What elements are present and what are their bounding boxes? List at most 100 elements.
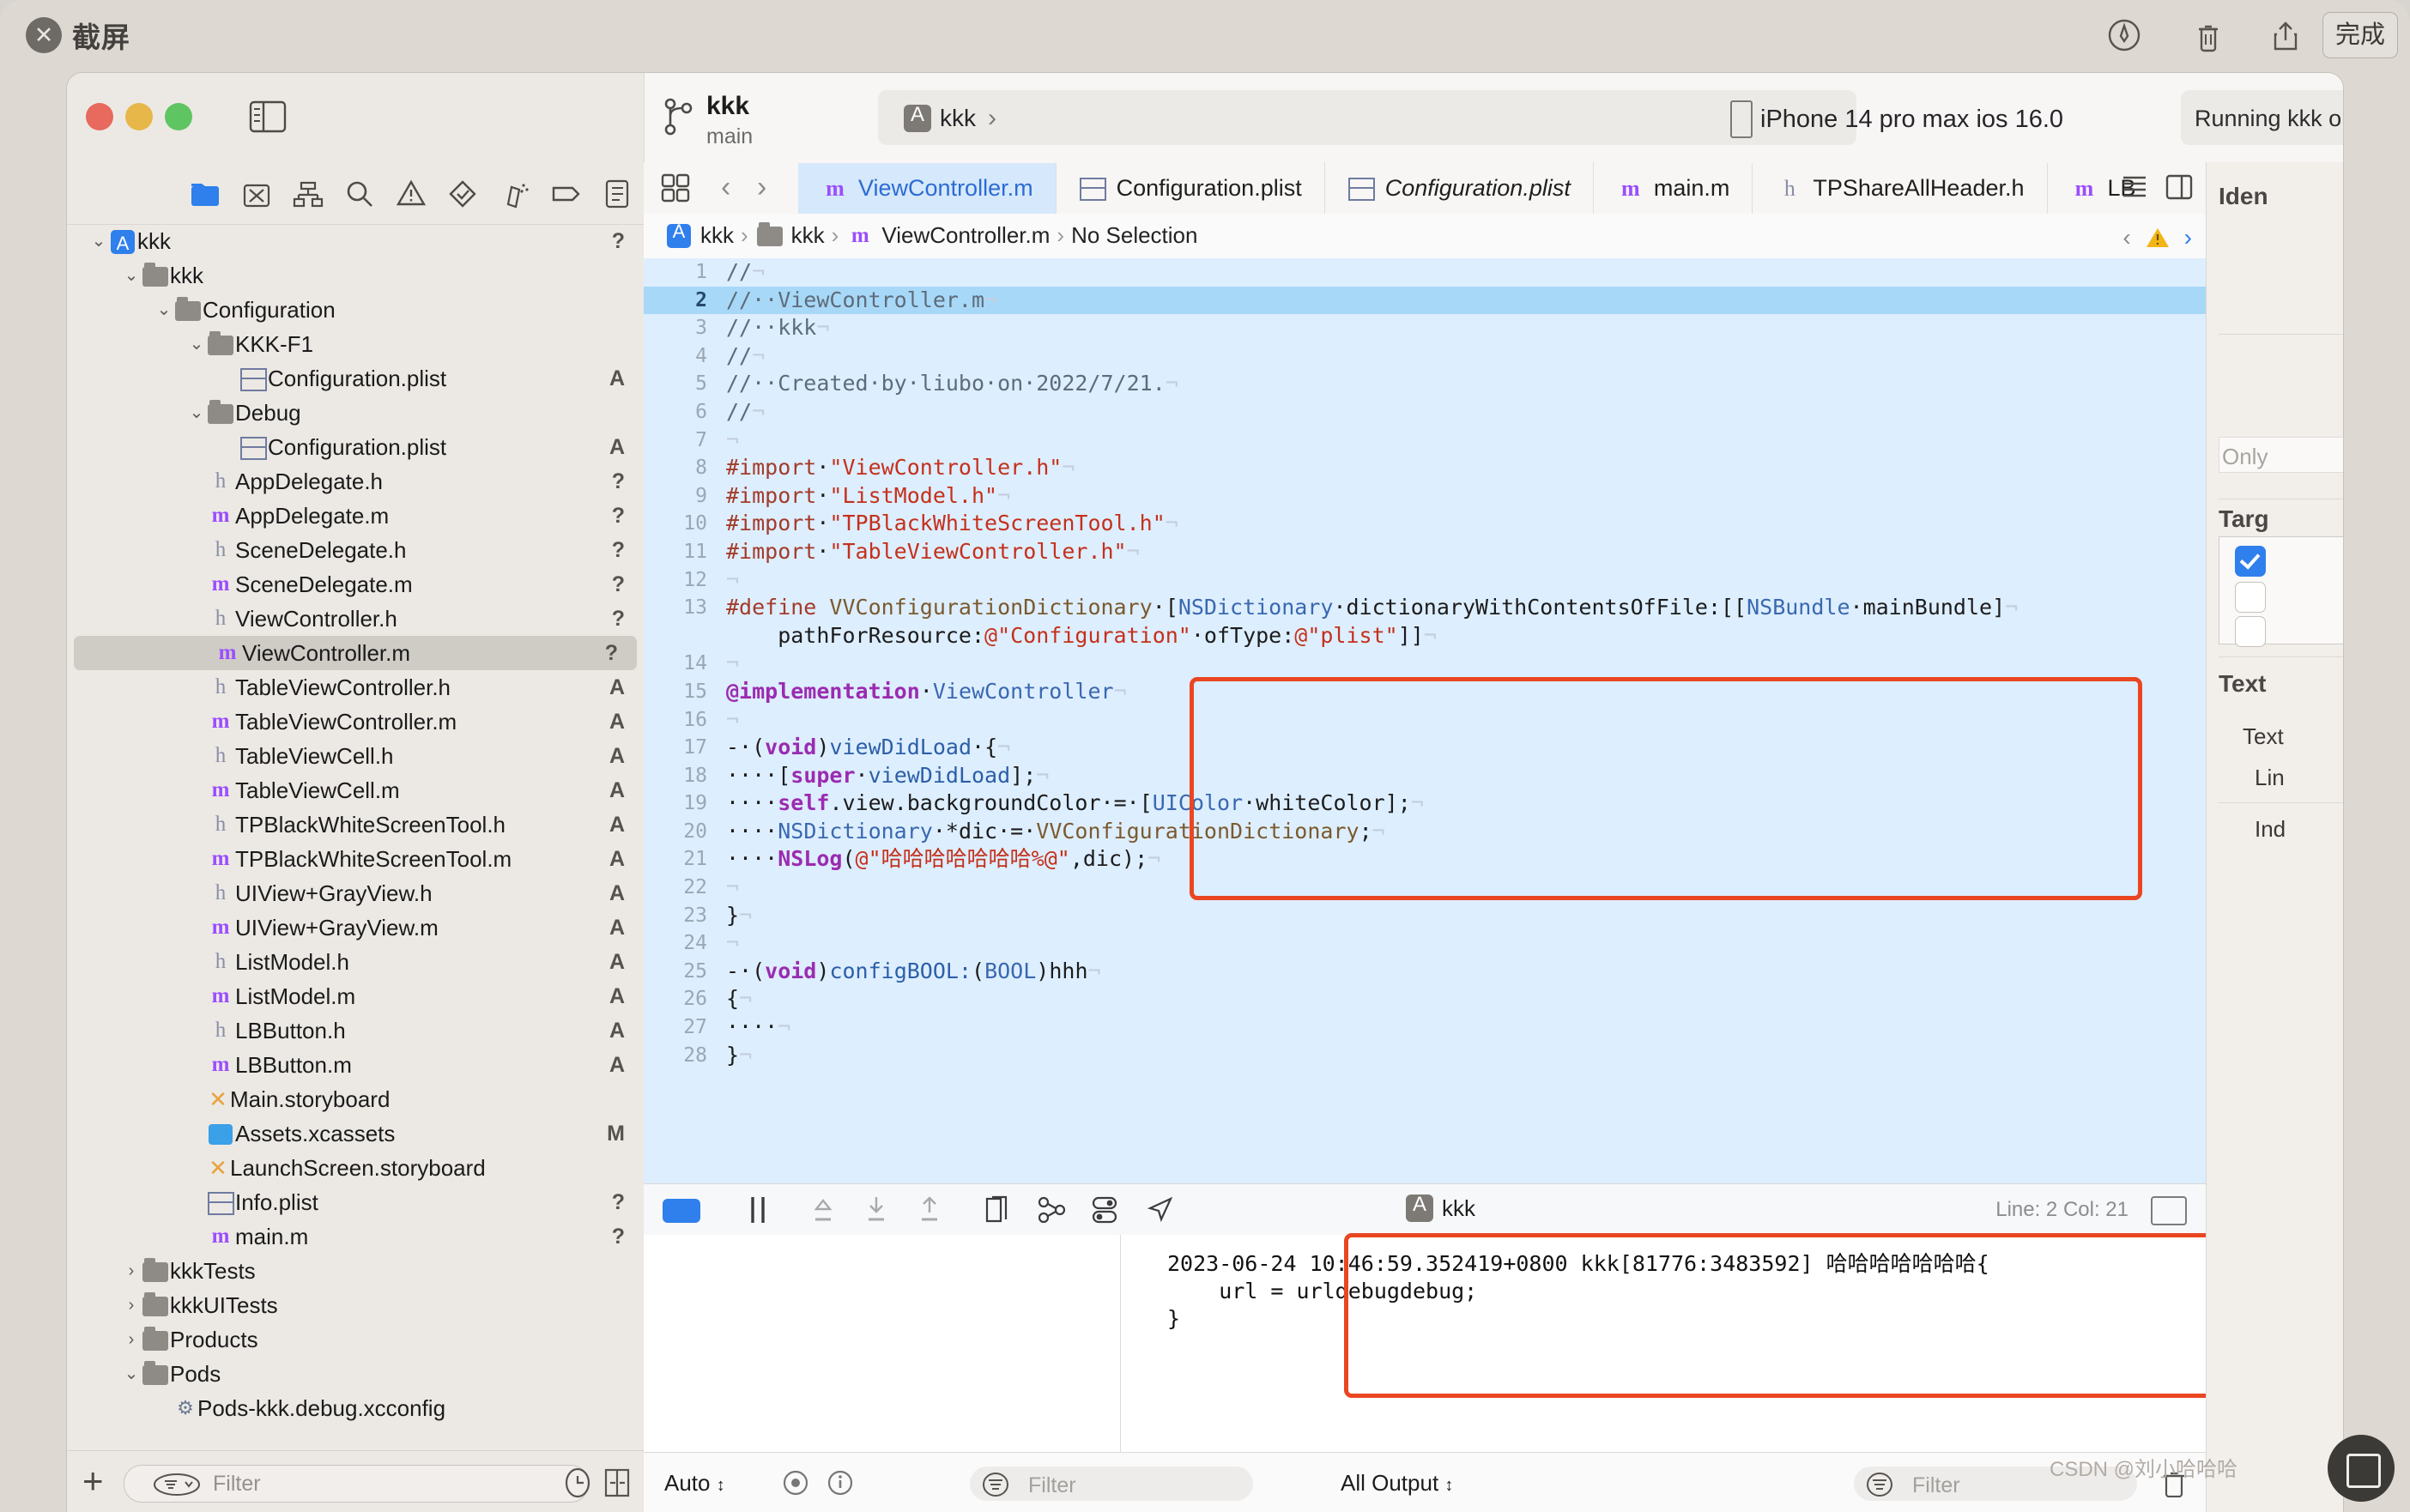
navigator-item-info-plist[interactable]: Info.plist? (67, 1185, 644, 1219)
navigator-item-lbbutton-m[interactable]: m LBButton.m A (67, 1048, 644, 1082)
navigator-item-main-storyboard[interactable]: ✕ Main.storyboard (67, 1082, 644, 1116)
minimize-window-button[interactable] (125, 103, 153, 130)
editor-tab-configuration-plist[interactable]: Configuration.plist (1057, 162, 1325, 214)
navigator-item-appdelegate-m[interactable]: m AppDelegate.m? (67, 499, 644, 533)
minimap-icon[interactable] (2151, 1196, 2187, 1225)
editor-tab-tpshareallheader-h[interactable]: h TPShareAllHeader.h (1753, 162, 2048, 214)
navigator-item-pods[interactable]: ⌄ Pods (67, 1357, 644, 1391)
variables-scope-popup[interactable]: Auto ↕ (664, 1470, 725, 1497)
editor-options-icon[interactable] (661, 173, 690, 203)
disclosure-triangle[interactable]: ⌄ (122, 258, 141, 293)
destination-label[interactable]: iPhone 14 pro max ios 16.0 (1760, 106, 2063, 134)
disclosure-triangle[interactable]: ⌄ (122, 1357, 141, 1391)
disclosure-triangle[interactable]: ⌄ (89, 224, 108, 258)
symbol-icon[interactable] (290, 176, 326, 212)
location-icon[interactable] (1143, 1194, 1176, 1226)
code-line[interactable]: 27 ····¬ (644, 1013, 2206, 1042)
navigate-forward-button[interactable]: › (757, 171, 766, 204)
warning-icon[interactable] (393, 176, 429, 212)
navigator-item-launchscreen-storyboard[interactable]: ✕ LaunchScreen.storyboard (67, 1151, 644, 1185)
filter-menu-icon[interactable] (1866, 1472, 1893, 1497)
source-control-icon[interactable] (239, 176, 275, 212)
navigator-item-assets-xcassets[interactable]: Assets.xcassets M (67, 1116, 644, 1151)
editor-style-icon[interactable] (2120, 172, 2149, 202)
navigator-item-products[interactable]: › Products (67, 1322, 644, 1357)
code-line[interactable]: 13 #define VVConfigurationDictionary·[NSD… (644, 594, 2206, 622)
navigator-item-listmodel-m[interactable]: m ListModel.m A (67, 979, 644, 1013)
variables-filter-input[interactable] (970, 1467, 1253, 1501)
breadcrumb-segment[interactable]: No Selection (1071, 222, 1197, 249)
code-line[interactable]: 2 //··ViewController.m¬ (644, 286, 2206, 315)
editor-tab-main-m[interactable]: m main.m (1594, 162, 1753, 214)
code-line[interactable]: 9 #import·"ListModel.h"¬ (644, 482, 2206, 511)
step-into-icon[interactable] (860, 1194, 893, 1226)
editor-tab-viewcontroller-m[interactable]: m ViewController.m (798, 162, 1057, 214)
sidebar-toggle-icon[interactable] (249, 100, 287, 133)
scheme-destination-control[interactable] (878, 90, 1856, 145)
zoom-window-button[interactable] (165, 103, 192, 130)
search-icon[interactable] (342, 176, 378, 212)
code-line[interactable]: pathForResource:@"Configuration"·ofType:… (644, 622, 2206, 650)
navigator-item-main-m[interactable]: m main.m? (67, 1219, 644, 1254)
navigator-item-uiview-grayview-h[interactable]: h UIView+GrayView.h A (67, 876, 644, 910)
disclosure-triangle[interactable]: › (122, 1254, 141, 1288)
code-line[interactable]: 15 @implementation·ViewController¬ (644, 678, 2206, 706)
view-hierarchy-icon[interactable] (980, 1194, 1013, 1226)
breakpoint-icon[interactable] (548, 176, 584, 212)
navigator-item-configuration-plist[interactable]: Configuration.plist A (67, 430, 644, 464)
navigator-item-appdelegate-h[interactable]: h AppDelegate.h? (67, 464, 644, 499)
target-membership-list[interactable] (2219, 536, 2343, 647)
breadcrumb-segment[interactable]: kkk (664, 221, 734, 249)
editor-tab-configuration-plist[interactable]: Configuration.plist (1325, 162, 1594, 214)
console-toggle-icon[interactable] (663, 1199, 700, 1223)
navigator-item-tpblackwhitescreentool-m[interactable]: m TPBlackWhiteScreenTool.m A (67, 842, 644, 876)
test-icon[interactable] (445, 176, 481, 212)
navigate-back-button[interactable]: ‹ (721, 171, 730, 204)
next-issue-button[interactable]: › (2184, 224, 2192, 251)
disclosure-triangle[interactable]: ⌄ (187, 327, 206, 361)
navigator-item-tableviewcell-m[interactable]: m TableViewCell.m A (67, 773, 644, 807)
close-icon[interactable]: ✕ (26, 17, 62, 53)
console-scope-popup[interactable]: All Output ↕ (1341, 1470, 1453, 1497)
source-control-filter-icon[interactable] (153, 1473, 201, 1496)
variables-view[interactable] (644, 1235, 1121, 1452)
step-over-icon[interactable] (807, 1194, 839, 1226)
done-button[interactable]: 完成 (2322, 12, 2399, 58)
code-line[interactable]: 5 //··Created·by·liubo·on·2022/7/21.¬ (644, 370, 2206, 398)
pause-icon[interactable] (745, 1194, 771, 1226)
code-line[interactable]: 26 {¬ (644, 985, 2206, 1013)
code-line[interactable]: 11 #import·"TableViewController.h"¬ (644, 538, 2206, 566)
recent-icon[interactable] (563, 1467, 592, 1499)
navigator-item-scenedelegate-m[interactable]: m SceneDelegate.m? (67, 567, 644, 602)
code-line[interactable]: 23}¬ (644, 902, 2206, 930)
share-icon[interactable] (2266, 15, 2305, 55)
navigator-item-scenedelegate-h[interactable]: h SceneDelegate.h? (67, 533, 644, 567)
target-checkbox[interactable] (2235, 616, 2266, 647)
code-line[interactable]: 17 -·(void)viewDidLoad·{¬ (644, 734, 2206, 762)
code-line[interactable]: 24 ¬ (644, 929, 2206, 958)
code-line[interactable]: 21 ····NSLog(@"哈哈哈哈哈哈哈%@",dic);¬ (644, 845, 2206, 874)
warning-icon[interactable] (2145, 227, 2171, 249)
code-line[interactable]: 10 #import·"TPBlackWhiteScreenTool.h"¬ (644, 510, 2206, 538)
navigator-item-lbbutton-h[interactable]: h LBButton.h A (67, 1013, 644, 1048)
navigator-item-kkkuitests[interactable]: › kkkUITests (67, 1288, 644, 1322)
navigator-item-pods-kkk-debug-xcconfig[interactable]: ⚙ Pods-kkk.debug.xcconfig (67, 1391, 644, 1425)
code-line[interactable]: 6 //¬ (644, 398, 2206, 426)
add-file-button[interactable]: + (82, 1463, 104, 1499)
navigator-item-listmodel-h[interactable]: h ListModel.h A (67, 945, 644, 979)
code-content[interactable]: 1//¬ 2//··ViewController.m¬ 3//··kkk¬ 4//¬ 5… (644, 258, 2206, 1183)
disclosure-triangle[interactable]: ⌄ (154, 293, 173, 327)
navigator-item-debug[interactable]: ⌄ Debug (67, 396, 644, 430)
navigator-item-kkktests[interactable]: › kkkTests (67, 1254, 644, 1288)
breadcrumb-segment[interactable]: kkk (755, 221, 825, 249)
code-line[interactable]: 4 //¬ (644, 342, 2206, 371)
add-editor-icon[interactable] (2165, 172, 2194, 202)
navigator-item-uiview-grayview-m[interactable]: m UIView+GrayView.m A (67, 910, 644, 945)
navigator-item-viewcontroller-h[interactable]: h ViewController.h? (67, 602, 644, 636)
expand-collapse-icon[interactable] (602, 1467, 632, 1499)
navigator-item-tableviewcontroller-h[interactable]: h TableViewController.h A (67, 670, 644, 705)
report-icon[interactable] (599, 176, 635, 212)
eye-icon[interactable] (781, 1468, 810, 1497)
trash-icon[interactable] (2189, 15, 2228, 55)
scheme-chip[interactable]: kkk › (904, 103, 996, 133)
